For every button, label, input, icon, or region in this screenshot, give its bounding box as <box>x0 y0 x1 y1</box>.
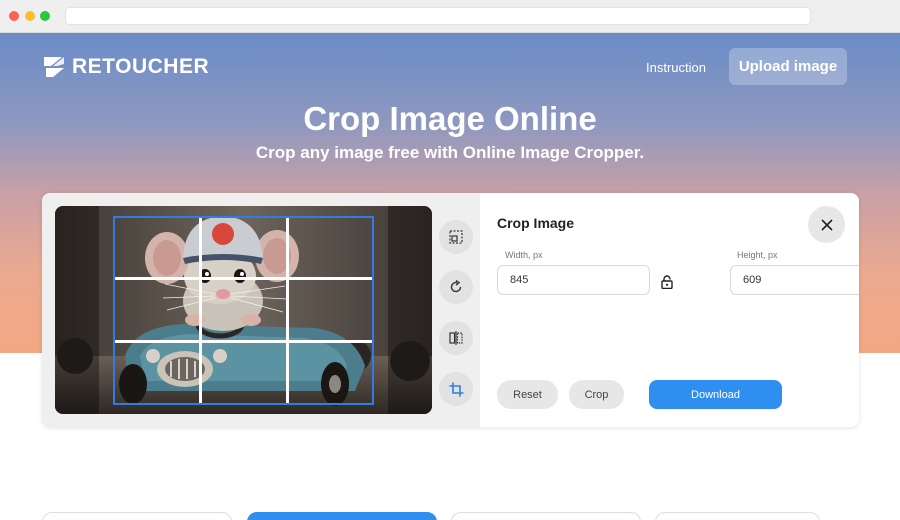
window-minimize-dot[interactable] <box>25 11 35 21</box>
crop-gridline <box>115 277 372 280</box>
flip-icon <box>449 331 463 345</box>
close-button[interactable] <box>808 206 845 243</box>
crop-icon <box>449 382 463 396</box>
nav-instruction-link[interactable]: Instruction <box>646 60 706 75</box>
crop-gridline <box>199 218 202 403</box>
feature-pill[interactable] <box>451 512 641 520</box>
aspect-ratio-icon <box>449 230 463 244</box>
feature-pill-active[interactable] <box>247 512 437 520</box>
width-input[interactable]: 845 <box>497 265 650 295</box>
brand-name: RETOUCHER <box>72 55 210 78</box>
feature-pill[interactable] <box>42 512 232 520</box>
lock-icon <box>661 275 673 290</box>
image-preview-pane <box>42 193 480 427</box>
rotate-icon <box>450 280 462 293</box>
reset-button[interactable]: Reset <box>497 380 558 409</box>
upload-image-button[interactable]: Upload image <box>729 48 847 85</box>
height-input[interactable]: 609 <box>730 265 859 295</box>
height-label: Height, px <box>737 250 778 260</box>
width-label: Width, px <box>505 250 543 260</box>
browser-chrome <box>0 0 900 33</box>
feature-pill[interactable] <box>655 512 820 520</box>
page-title: Crop Image Online <box>303 100 597 137</box>
crop-tool-button[interactable] <box>439 372 473 406</box>
crop-selection-frame[interactable] <box>113 216 374 405</box>
crop-button[interactable]: Crop <box>569 380 624 409</box>
crop-editor-card: Crop Image Width, px 845 Height, px 609 … <box>42 193 859 427</box>
window-maximize-dot[interactable] <box>40 11 50 21</box>
aspect-lock-toggle[interactable] <box>661 275 673 294</box>
address-bar[interactable] <box>65 7 811 25</box>
download-button[interactable]: Download <box>649 380 782 409</box>
page-subtitle: Crop any image free with Online Image Cr… <box>255 143 645 162</box>
rotate-button[interactable] <box>439 270 473 304</box>
retoucher-logo-icon <box>44 57 64 77</box>
panel-title: Crop Image <box>497 215 575 231</box>
flip-button[interactable] <box>439 321 473 355</box>
close-icon <box>820 218 833 231</box>
aspect-ratio-button[interactable] <box>439 220 473 254</box>
window-close-dot[interactable] <box>9 11 19 21</box>
image-preview <box>55 206 432 414</box>
crop-settings-panel: Crop Image Width, px 845 Height, px 609 … <box>480 193 859 427</box>
crop-gridline <box>286 218 289 403</box>
crop-gridline <box>115 340 372 343</box>
brand-logo[interactable]: RETOUCHER <box>42 55 209 79</box>
